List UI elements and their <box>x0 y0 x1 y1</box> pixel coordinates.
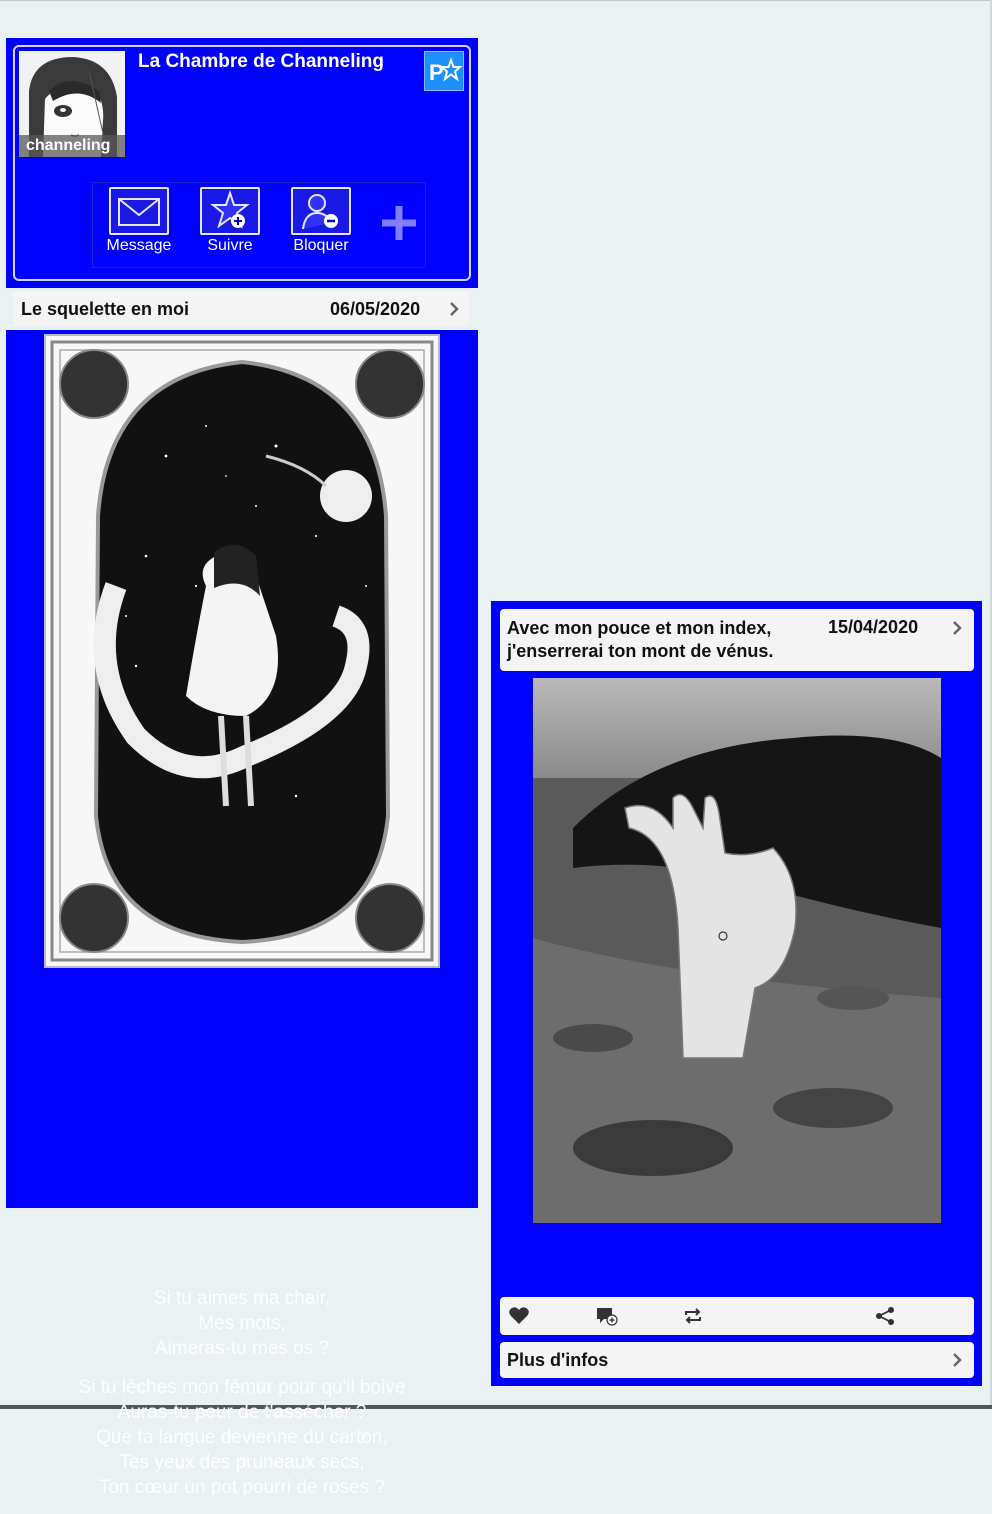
share-icon[interactable] <box>874 1306 896 1326</box>
poem-line: Si tu lèches mon fémur pour qu'il boive <box>78 1377 406 1398</box>
star-plus-icon <box>200 187 260 235</box>
mail-icon <box>109 187 169 235</box>
repost-icon[interactable] <box>682 1306 704 1326</box>
post-toolbar <box>500 1297 974 1335</box>
heart-icon[interactable] <box>508 1306 530 1326</box>
right-post-title: Avec mon pouce et mon index, j'enserrera… <box>507 617 773 663</box>
message-label: Message <box>106 237 172 254</box>
poem-line: Aimeras-tu mes os ? <box>154 1338 330 1359</box>
window-top-border <box>0 0 992 1</box>
poem-line: Auras-tu peur de t'assécher ? <box>117 1402 367 1423</box>
illustration-art <box>50 340 434 962</box>
right-post-title-line1: Avec mon pouce et mon index, <box>507 618 772 638</box>
avatar-username: channeling <box>19 135 125 157</box>
post-photo[interactable] <box>533 678 941 1223</box>
svg-text:P: P <box>429 60 444 85</box>
more-info-label: Plus d'infos <box>507 1350 609 1370</box>
left-post-header[interactable]: Le squelette en moi 06/05/2020 <box>13 292 469 326</box>
chevron-right-icon <box>953 621 962 635</box>
poem-stanza-2: Si tu lèches mon fémur pour qu'il boive … <box>6 1375 478 1500</box>
profile-card: channeling La Chambre de Channeling P Me… <box>6 38 478 288</box>
avatar[interactable]: channeling <box>19 51 125 157</box>
right-post-title-line2: j'enserrerai ton mont de vénus. <box>507 641 774 661</box>
photo-art <box>533 678 941 1223</box>
chevron-right-icon <box>953 1353 962 1367</box>
message-button[interactable]: Message <box>99 187 179 265</box>
right-post-header[interactable]: Avec mon pouce et mon index, j'enserrera… <box>500 609 974 671</box>
comment-add-icon[interactable] <box>596 1306 618 1326</box>
right-post-date: 15/04/2020 <box>828 617 919 637</box>
user-minus-icon <box>291 187 351 235</box>
poem-line: Tes yeux des pruneaux secs, <box>119 1452 365 1473</box>
poem-line: Mes mots, <box>198 1313 286 1334</box>
page-title[interactable]: La Chambre de Channeling <box>138 51 384 73</box>
poem-line: Que ta langue devienne du carton, <box>96 1427 388 1448</box>
left-post-title: Le squelette en moi <box>21 299 190 319</box>
profile-action-bar: Message Suivre Bloquer <box>92 182 426 268</box>
pstar-icon[interactable]: P <box>424 51 464 91</box>
more-info-button[interactable]: Plus d'infos <box>500 1342 974 1378</box>
follow-button[interactable]: Suivre <box>190 187 270 265</box>
right-post: Avec mon pouce et mon index, j'enserrera… <box>491 601 982 1386</box>
follow-label: Suivre <box>207 237 253 254</box>
left-post-date: 06/05/2020 <box>330 299 421 319</box>
plus-icon[interactable] <box>379 203 419 243</box>
poem-line: Ton cœur un pot pourri de roses ? <box>98 1477 386 1498</box>
poem-line: Si tu aimes ma chair, <box>153 1288 331 1309</box>
post-illustration[interactable] <box>44 334 440 968</box>
block-button[interactable]: Bloquer <box>281 187 361 265</box>
poem-text: Si tu aimes ma chair, Mes mots, Aimeras-… <box>6 1286 478 1514</box>
chevron-right-icon <box>450 302 459 316</box>
left-post-body: Si tu aimes ma chair, Mes mots, Aimeras-… <box>6 330 478 1498</box>
block-label: Bloquer <box>293 237 349 254</box>
poem-stanza-1: Si tu aimes ma chair, Mes mots, Aimeras-… <box>6 1286 478 1361</box>
